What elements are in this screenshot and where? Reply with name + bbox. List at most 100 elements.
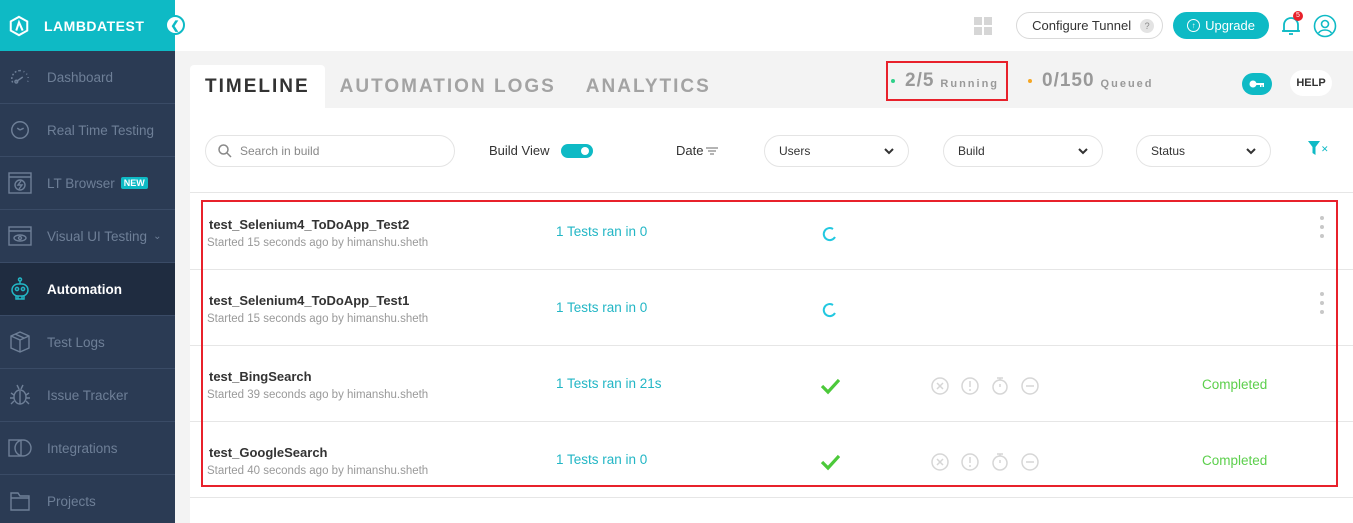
queued-stat: 0/150 Queued [1028, 63, 1154, 99]
sidebar-item-dashboard[interactable]: Dashboard [0, 51, 175, 104]
cancelled-minus-icon[interactable] [1020, 376, 1040, 396]
browser-icon [8, 171, 32, 195]
error-exclamation-icon[interactable] [960, 376, 980, 396]
sidebar-item-projects[interactable]: Projects [0, 475, 175, 523]
chevron-down-icon: ⌄ [153, 230, 162, 242]
search-input[interactable] [240, 144, 440, 158]
chevron-left-icon: ❮ [170, 19, 180, 32]
failed-circle-x-icon[interactable] [930, 452, 950, 472]
bug-icon [8, 383, 32, 407]
tab-timeline[interactable]: TIMELINE [190, 65, 325, 108]
running-dot-icon [891, 79, 895, 83]
build-name[interactable]: test_Selenium4_ToDoApp_Test2 [209, 217, 409, 232]
tests-ran-summary: 1 Tests ran in 0 [556, 224, 648, 239]
automation-panel: TIMELINE AUTOMATION LOGS ANALYTICS 2/5 R… [190, 61, 1353, 523]
build-status: Completed [1202, 377, 1268, 392]
timeout-stopwatch-icon[interactable] [990, 376, 1010, 396]
notifications-button[interactable]: 5 [1279, 10, 1303, 38]
access-key-button[interactable] [1242, 73, 1272, 95]
build-actions [930, 452, 1040, 472]
queued-count: 0/150 [1042, 70, 1095, 91]
failed-circle-x-icon[interactable] [930, 376, 950, 396]
sidebar-item-real-time-testing[interactable]: Real Time Testing [0, 104, 175, 157]
help-button[interactable]: HELP [1290, 70, 1332, 96]
build-row[interactable]: test_BingSearch Started 39 seconds ago b… [190, 346, 1353, 422]
build-view-control: Build View [489, 143, 594, 158]
date-sort-button[interactable]: Date [676, 143, 719, 158]
cancelled-minus-icon[interactable] [1020, 452, 1040, 472]
notification-count-badge: 5 [1293, 10, 1303, 21]
queued-label: Queued [1100, 77, 1154, 90]
lambdatest-logo-icon [9, 15, 29, 36]
user-avatar-icon[interactable] [1313, 14, 1337, 38]
eye-window-icon [8, 224, 32, 248]
speedometer-icon [8, 65, 32, 89]
timeout-stopwatch-icon[interactable] [990, 452, 1010, 472]
key-icon [1249, 80, 1264, 88]
tests-ran-summary: 1 Tests ran in 0 [556, 300, 648, 315]
filters-bar: Build View Date Users Build Status ✕ [190, 108, 1353, 193]
queued-dot-icon [1028, 79, 1032, 83]
tab-analytics[interactable]: ANALYTICS [571, 65, 726, 108]
chevron-down-icon [1078, 147, 1088, 154]
sidebar-item-visual-ui-testing[interactable]: Visual UI Testing ⌄ [0, 210, 175, 263]
chevron-down-icon [1246, 147, 1256, 154]
users-dropdown[interactable]: Users [764, 135, 909, 167]
checkmark-icon [820, 454, 840, 471]
tests-ran-summary: 1 Tests ran in 21s [556, 376, 662, 391]
close-icon: ✕ [1321, 144, 1329, 154]
integrations-icon [8, 436, 32, 460]
filter-icon [1308, 141, 1320, 155]
clear-filters-button[interactable]: ✕ [1308, 141, 1329, 155]
error-exclamation-icon[interactable] [960, 452, 980, 472]
sidebar: LAMBDATEST ❮ Dashboard Real Time Testing… [0, 0, 185, 523]
brand-name: LAMBDATEST [44, 17, 145, 34]
build-name[interactable]: test_GoogleSearch [209, 445, 328, 460]
apps-grid-icon[interactable] [974, 16, 993, 35]
status-dropdown[interactable]: Status [1136, 135, 1271, 167]
tabs-bar: TIMELINE AUTOMATION LOGS ANALYTICS 2/5 R… [190, 61, 1353, 108]
sort-icon [706, 146, 719, 155]
tab-automation-logs[interactable]: AUTOMATION LOGS [325, 65, 571, 108]
build-meta: Started 15 seconds ago by himanshu.sheth [207, 313, 429, 325]
build-status: Completed [1202, 453, 1268, 468]
brand-header: LAMBDATEST ❮ [0, 0, 185, 51]
clock-icon [8, 118, 32, 142]
upgrade-button[interactable]: ↑ Upgrade [1173, 12, 1269, 39]
top-bar: Configure Tunnel ? ↑ Upgrade 5 [175, 0, 1353, 51]
sidebar-item-lt-browser[interactable]: LT Browser NEW [0, 157, 175, 210]
running-stat: 2/5 Running [886, 61, 1008, 101]
help-question-icon[interactable]: ? [1140, 18, 1155, 33]
build-list: test_Selenium4_ToDoApp_Test2 Started 15 … [190, 194, 1353, 498]
build-meta: Started 40 seconds ago by himanshu.sheth [207, 465, 429, 477]
folder-icon [8, 489, 32, 513]
more-options-icon[interactable] [1318, 292, 1326, 314]
collapse-sidebar-button[interactable]: ❮ [165, 15, 185, 35]
search-icon [218, 144, 232, 158]
running-label: Running [940, 77, 1000, 90]
configure-tunnel-button[interactable]: Configure Tunnel ? [1016, 12, 1164, 39]
new-badge: NEW [120, 177, 148, 189]
build-row[interactable]: test_Selenium4_ToDoApp_Test1 Started 15 … [190, 270, 1353, 346]
sidebar-item-automation[interactable]: Automation [0, 263, 175, 316]
build-view-toggle[interactable] [561, 143, 594, 158]
more-options-icon[interactable] [1318, 216, 1326, 238]
robot-icon [8, 277, 32, 301]
build-name[interactable]: test_BingSearch [209, 369, 312, 384]
arrow-up-circle-icon: ↑ [1187, 19, 1201, 32]
box-icon [8, 330, 32, 354]
search-box[interactable] [205, 135, 455, 167]
checkmark-icon [820, 378, 840, 395]
build-dropdown[interactable]: Build [943, 135, 1103, 167]
sidebar-item-issue-tracker[interactable]: Issue Tracker [0, 369, 175, 422]
sidebar-item-integrations[interactable]: Integrations [0, 422, 175, 475]
build-name[interactable]: test_Selenium4_ToDoApp_Test1 [209, 293, 409, 308]
sidebar-item-test-logs[interactable]: Test Logs [0, 316, 175, 369]
build-meta: Started 39 seconds ago by himanshu.sheth [207, 389, 429, 401]
tests-ran-summary: 1 Tests ran in 0 [556, 452, 648, 467]
build-view-label: Build View [489, 143, 550, 158]
build-row[interactable]: test_GoogleSearch Started 40 seconds ago… [190, 422, 1353, 498]
build-row[interactable]: test_Selenium4_ToDoApp_Test2 Started 15 … [190, 194, 1353, 270]
running-count: 2/5 [905, 70, 935, 91]
chevron-down-icon [884, 147, 894, 154]
